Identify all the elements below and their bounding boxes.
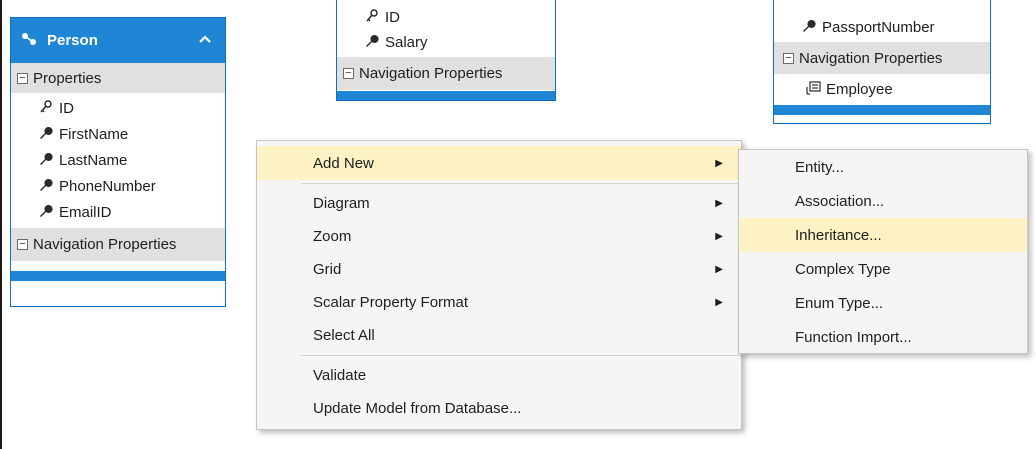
menu-item-scalar-property-format[interactable]: Scalar Property Format ▶: [257, 286, 741, 319]
entity-header[interactable]: Person: [11, 18, 225, 63]
triangle-right-icon: ▶: [715, 231, 723, 242]
property-name: PhoneNumber: [59, 177, 156, 195]
navigation-property-name: Employee: [826, 80, 893, 98]
property-name: FirstName: [59, 125, 129, 143]
chevron-up-icon[interactable]: [199, 30, 211, 48]
menu-item-label: Scalar Property Format: [313, 294, 469, 311]
collapse-icon[interactable]: −: [343, 68, 354, 79]
key-icon: [37, 99, 55, 117]
property-row[interactable]: PassportNumber: [774, 15, 990, 40]
submenu-item-entity[interactable]: Entity...: [739, 150, 1027, 184]
menu-item-label: Zoom: [313, 228, 352, 245]
property-name: ID: [59, 99, 74, 117]
entity-title: Person: [47, 32, 98, 49]
collapse-icon[interactable]: −: [783, 52, 794, 64]
entity-footer: [774, 105, 990, 115]
navigation-properties-label: Navigation Properties: [33, 236, 177, 253]
property-name: LastName: [59, 151, 128, 169]
wrench-icon: [37, 178, 55, 195]
submenu-item-enum-type[interactable]: Enum Type...: [739, 286, 1027, 320]
submenu-item-association[interactable]: Association...: [739, 184, 1027, 218]
menu-item-select-all[interactable]: Select All: [257, 319, 741, 352]
menu-item-label: Grid: [313, 261, 342, 278]
menu-item-grid[interactable]: Grid ▶: [257, 253, 741, 286]
navigation-section-header[interactable]: − Navigation Properties: [774, 42, 990, 74]
entity-middle[interactable]: ID Salary − Navigation Properties: [336, 0, 556, 101]
menu-separator: [301, 183, 741, 184]
context-menu[interactable]: Add New ▶ Diagram ▶ Zoom ▶ Grid ▶ Scalar…: [256, 140, 742, 430]
property-name: Salary: [385, 34, 428, 51]
menu-item-label: Add New: [313, 154, 374, 172]
navigation-property-icon: [804, 80, 822, 98]
triangle-right-icon: ▶: [715, 264, 723, 275]
navigation-properties-label: Navigation Properties: [359, 65, 503, 82]
property-name: EmailID: [59, 203, 112, 221]
submenu-item-label: Enum Type...: [795, 294, 884, 312]
property-row[interactable]: ID: [337, 5, 555, 30]
add-new-submenu[interactable]: Entity... Association... Inheritance... …: [738, 149, 1028, 354]
wrench-icon: [800, 19, 818, 36]
submenu-item-label: Function Import...: [795, 328, 912, 346]
wrench-icon: [363, 34, 381, 51]
property-row[interactable]: PhoneNumber: [11, 173, 225, 199]
menu-item-validate[interactable]: Validate: [257, 359, 741, 392]
collapse-icon[interactable]: −: [17, 239, 28, 250]
menu-item-zoom[interactable]: Zoom ▶: [257, 220, 741, 253]
collapse-icon[interactable]: −: [17, 72, 28, 84]
navigation-properties-label: Navigation Properties: [799, 49, 943, 67]
menu-item-label: Diagram: [313, 195, 370, 212]
property-name: PassportNumber: [822, 19, 935, 36]
entity-icon: [21, 32, 37, 50]
submenu-item-label: Inheritance...: [795, 226, 882, 244]
menu-item-label: Select All: [313, 327, 375, 344]
menu-item-diagram[interactable]: Diagram ▶: [257, 187, 741, 220]
submenu-item-function-import[interactable]: Function Import...: [739, 320, 1027, 354]
property-row[interactable]: Salary: [337, 30, 555, 55]
entity-footer: [337, 91, 555, 100]
entity-right[interactable]: PassportNumber − Navigation Properties E…: [773, 0, 991, 124]
property-row[interactable]: FirstName: [11, 121, 225, 147]
property-row[interactable]: LastName: [11, 147, 225, 173]
wrench-icon: [37, 204, 55, 221]
menu-item-add-new[interactable]: Add New ▶: [257, 146, 741, 180]
menu-item-label: Update Model from Database...: [313, 400, 522, 417]
wrench-icon: [37, 152, 55, 169]
property-name: ID: [385, 9, 400, 26]
entity-person[interactable]: Person − Properties ID FirstName LastNam…: [10, 17, 226, 307]
submenu-item-label: Association...: [795, 192, 885, 210]
triangle-right-icon: ▶: [715, 297, 723, 308]
submenu-item-inheritance[interactable]: Inheritance...: [739, 218, 1027, 252]
submenu-item-label: Complex Type: [795, 260, 891, 278]
key-icon: [363, 9, 381, 26]
property-row[interactable]: EmailID: [11, 199, 225, 225]
menu-item-label: Validate: [313, 367, 367, 384]
navigation-section-header[interactable]: − Navigation Properties: [11, 228, 225, 261]
menu-item-update-model-from-database[interactable]: Update Model from Database...: [257, 392, 741, 425]
triangle-right-icon: ▶: [715, 157, 723, 169]
entity-footer: [11, 271, 225, 281]
designer-canvas[interactable]: Person − Properties ID FirstName LastNam…: [0, 0, 1036, 449]
navigation-section-header[interactable]: − Navigation Properties: [337, 57, 555, 90]
submenu-item-label: Entity...: [795, 158, 844, 176]
submenu-item-complex-type[interactable]: Complex Type: [739, 252, 1027, 286]
properties-label: Properties: [33, 69, 102, 87]
canvas-left-border: [0, 0, 2, 449]
properties-section-header[interactable]: − Properties: [11, 63, 225, 93]
property-row[interactable]: ID: [11, 95, 225, 121]
menu-separator: [301, 355, 741, 356]
navigation-property-row[interactable]: Employee: [774, 74, 990, 104]
triangle-right-icon: ▶: [715, 198, 723, 209]
wrench-icon: [37, 126, 55, 143]
